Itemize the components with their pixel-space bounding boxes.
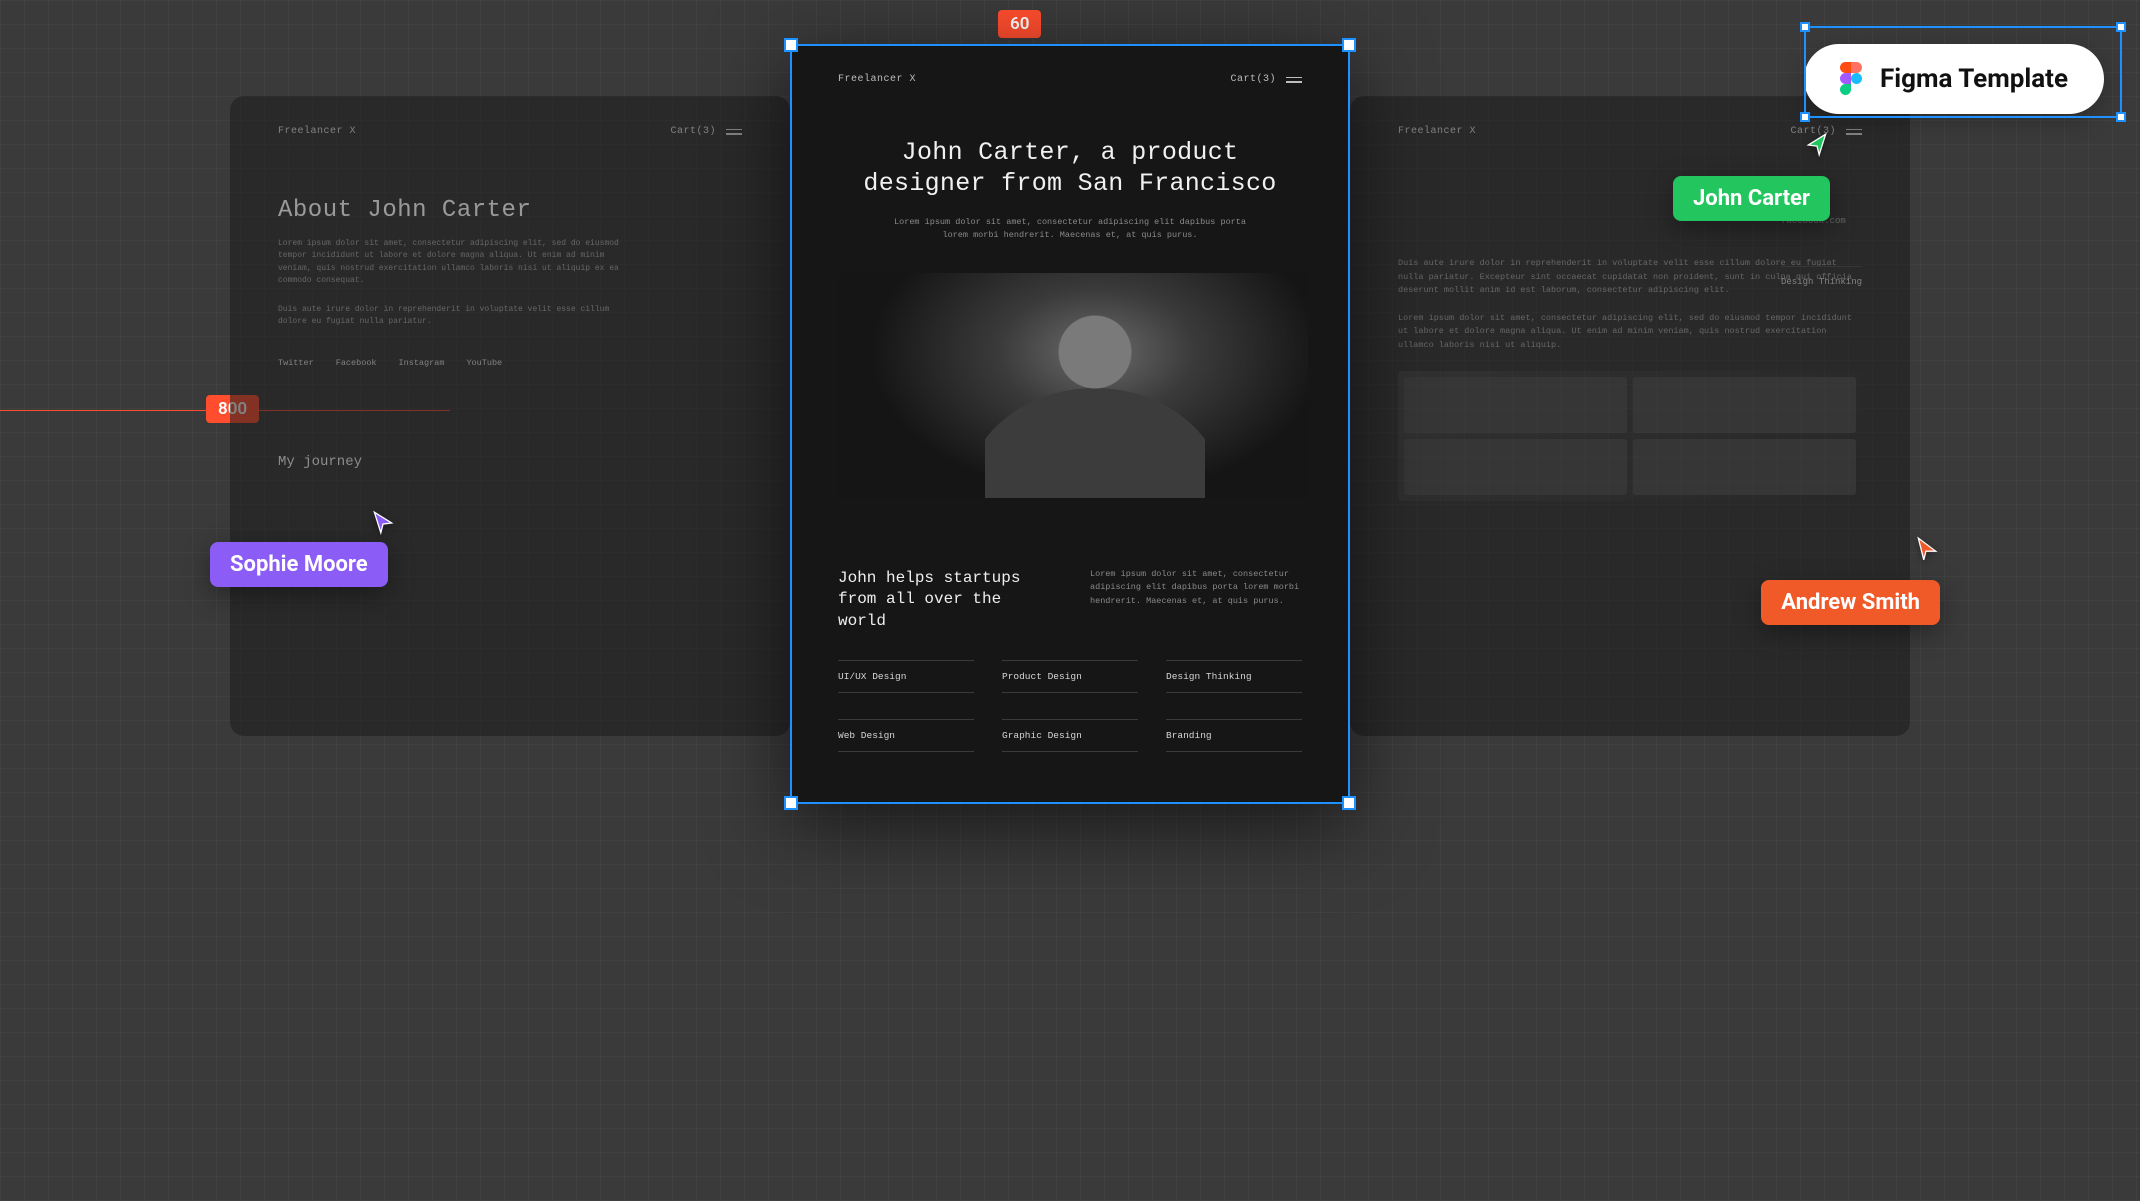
hamburger-icon[interactable] — [1846, 129, 1862, 135]
section-text: Lorem ipsum dolor sit amet, consectetur … — [1090, 568, 1302, 633]
project-screenshots — [1398, 371, 1862, 501]
about-heading: About John Carter — [278, 197, 742, 224]
meta-label-website: Website — [1781, 202, 1862, 212]
about-paragraph-1: Lorem ipsum dolor sit amet, consectetur … — [278, 238, 638, 288]
social-instagram[interactable]: Instagram — [399, 358, 445, 368]
skill-chip: Design Thinking — [1781, 266, 1862, 287]
hamburger-icon[interactable] — [726, 129, 742, 135]
background-frame-project[interactable]: Freelancer X Cart(3) Website facebook.co… — [1350, 96, 1910, 736]
skill-item: Graphic Design — [1002, 719, 1138, 752]
about-paragraph-2: Duis aute irure dolor in reprehenderit i… — [278, 304, 638, 329]
hero-subtitle: Lorem ipsum dolor sit amet, consectetur … — [838, 216, 1302, 243]
meta-value-website[interactable]: facebook.com — [1781, 216, 1846, 226]
skill-item: Branding — [1166, 719, 1302, 752]
figma-logo-icon — [1840, 62, 1862, 96]
social-links: Twitter Facebook Instagram YouTube — [278, 358, 742, 368]
hero-image — [838, 273, 1308, 498]
hero-title: John Carter, a product designer from San… — [838, 137, 1302, 200]
skill-item: Design Thinking — [1166, 660, 1302, 693]
cart-link[interactable]: Cart(3) — [670, 126, 716, 137]
figma-template-label: Figma Template — [1880, 64, 2068, 94]
section-heading: John helps startups from all over the wo… — [838, 568, 1050, 633]
project-body-2: Lorem ipsum dolor sit amet, consectetur … — [1398, 312, 1862, 353]
cart-link[interactable]: Cart(3) — [1230, 74, 1276, 85]
skill-item: Web Design — [838, 719, 974, 752]
measurement-top: 60 — [998, 10, 1041, 38]
background-frame-about[interactable]: Freelancer X Cart(3) About John Carter L… — [230, 96, 790, 736]
skill-item: Product Design — [1002, 660, 1138, 693]
brand-logo-text: Freelancer X — [278, 126, 356, 137]
brand-logo-text: Freelancer X — [838, 74, 916, 85]
cart-link[interactable]: Cart(3) — [1790, 126, 1836, 137]
social-youtube[interactable]: YouTube — [466, 358, 502, 368]
brand-logo-text: Freelancer X — [1398, 126, 1476, 137]
social-twitter[interactable]: Twitter — [278, 358, 314, 368]
journey-heading: My journey — [278, 454, 742, 470]
social-facebook[interactable]: Facebook — [336, 358, 377, 368]
figma-template-badge[interactable]: Figma Template — [1804, 44, 2104, 114]
skill-item: UI/UX Design — [838, 660, 974, 693]
selected-frame-home[interactable]: Freelancer X Cart(3) John Carter, a prod… — [790, 44, 1350, 804]
hamburger-icon[interactable] — [1286, 77, 1302, 83]
skills-grid: UI/UX Design Product Design Design Think… — [838, 660, 1302, 752]
